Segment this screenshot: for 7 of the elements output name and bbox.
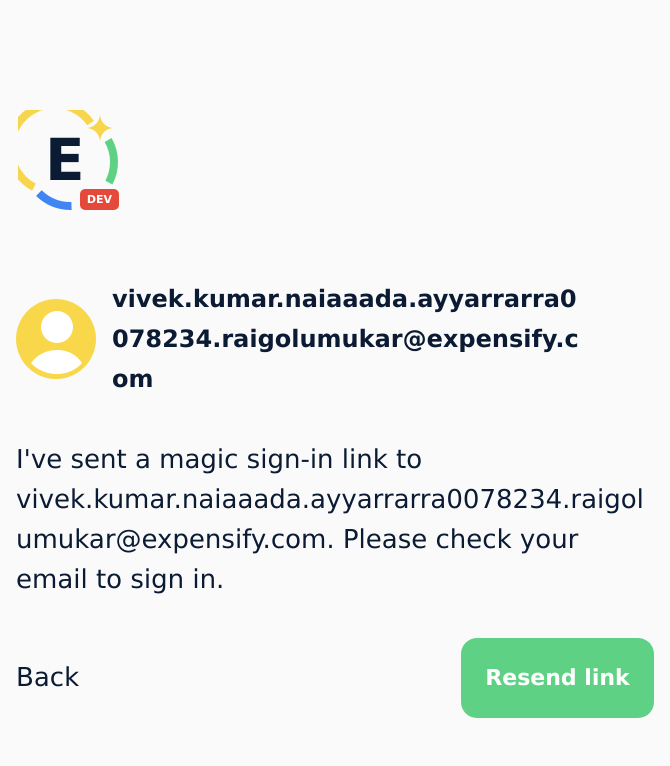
sparkle-icon [87, 115, 113, 141]
logo-letter: E [45, 131, 85, 189]
avatar-icon [16, 299, 96, 379]
account-email: vivek.kumar.naiaaada.ayyarrarra0078234.raigolumukar@expensify.com [112, 284, 580, 395]
sign-in-message: I've sent a magic sign-in link to vivek.kumar.naiaaada.ayyarrarra0078234.raigolumukar@expensify.com. Please check your email to sign in. [16, 444, 645, 597]
back-button[interactable]: Back [16, 658, 80, 698]
dev-badge: DEV [80, 189, 119, 210]
